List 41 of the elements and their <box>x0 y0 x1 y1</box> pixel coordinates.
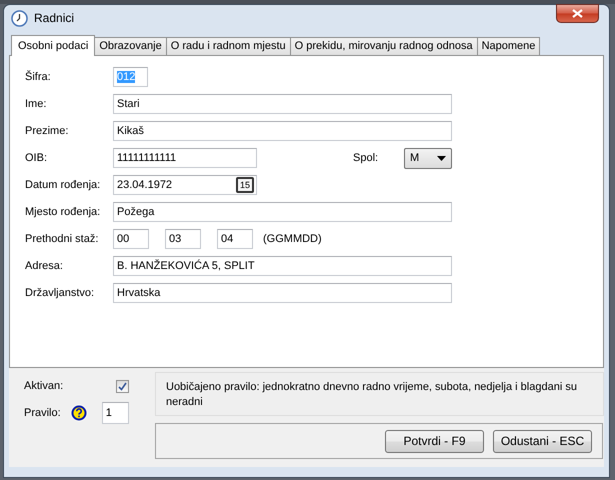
window-title: Radnici <box>34 11 74 25</box>
caret-icon <box>437 156 446 160</box>
rule-description: Uobičajeno pravilo: jednokratno dnevno radno vrijeme, subota, nedjelja i blagdani su neradni <box>155 372 604 416</box>
field-label: Adresa: <box>25 260 64 272</box>
clock-icon <box>11 10 28 26</box>
close-icon <box>572 9 583 18</box>
field-label: Prethodni staž: <box>25 233 100 245</box>
text-field[interactable]: 1 <box>102 402 129 424</box>
field-label: Prezime: <box>25 125 70 137</box>
tab[interactable]: Obrazovanje <box>94 37 167 55</box>
close-button[interactable] <box>556 4 599 23</box>
field-label: Datum rođenja: <box>25 179 102 191</box>
text-field[interactable]: 00 <box>113 229 149 249</box>
text-field[interactable]: Požega <box>113 202 452 222</box>
field-label: Šifra: <box>25 71 52 83</box>
field-label: Pravilo: <box>24 407 61 419</box>
action-button[interactable]: Odustani - ESC <box>493 430 592 452</box>
tab[interactable]: O prekidu, mirovanju radnog odnosa <box>290 37 478 55</box>
field-label: Ime: <box>25 98 48 110</box>
field-label: Mjesto rođenja: <box>25 206 102 218</box>
text-field[interactable]: 11111111111 <box>113 148 257 168</box>
text-field[interactable]: 03 <box>165 229 201 249</box>
checkbox[interactable] <box>116 380 130 392</box>
text-field[interactable]: B. HANŽEKOVIĆA 5, SPLIT <box>113 256 452 276</box>
tab[interactable]: Osobni podaci <box>11 35 96 56</box>
tab[interactable]: Napomene <box>476 37 540 55</box>
text-field[interactable]: Kikaš <box>113 121 452 141</box>
date-field[interactable]: 23.04.1972 15 <box>113 175 257 195</box>
text-field[interactable]: 04 <box>217 229 253 249</box>
field-label: Spol: <box>353 152 380 164</box>
field-label: OIB: <box>25 152 48 164</box>
help-icon[interactable] <box>70 405 87 421</box>
field-label: Aktivan: <box>24 380 64 392</box>
action-button[interactable]: Potvrdi - F9 <box>385 430 484 452</box>
text-field[interactable]: Stari <box>113 94 452 114</box>
dropdown[interactable]: M <box>404 148 452 168</box>
tab[interactable]: O radu i radnom mjestu <box>166 37 291 55</box>
format-hint: (GGMMDD) <box>263 233 322 245</box>
text-field[interactable]: Hrvatska <box>113 283 452 303</box>
field-label: Državljanstvo: <box>25 287 96 299</box>
calendar-button[interactable]: 15 <box>236 177 254 193</box>
